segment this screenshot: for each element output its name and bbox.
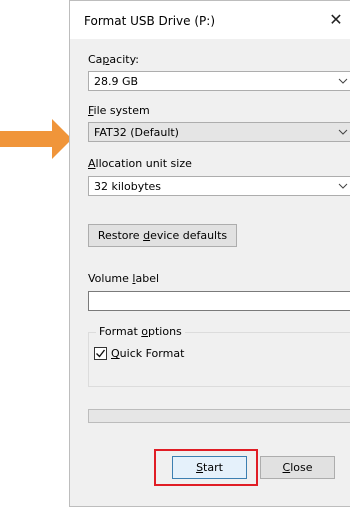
chevron-down-icon: [338, 129, 348, 135]
title-bar: Format USB Drive (P:) ✕: [70, 1, 350, 39]
file-system-value: FAT32 (Default): [94, 126, 179, 139]
allocation-unit-label: Allocation unit size: [88, 157, 192, 170]
start-highlight-box: [154, 449, 258, 486]
quick-format-checkbox[interactable]: [94, 347, 107, 360]
restore-defaults-button[interactable]: Restore device defaults: [88, 224, 237, 247]
format-options-legend: Format options: [96, 325, 185, 338]
format-dialog: Format USB Drive (P:) ✕ Capacity: 28.9 G…: [69, 0, 350, 507]
pointer-arrow-icon: [0, 119, 72, 159]
chevron-down-icon: [338, 78, 348, 84]
dialog-title: Format USB Drive (P:): [84, 14, 215, 28]
file-system-label: File system: [88, 104, 150, 117]
capacity-select[interactable]: 28.9 GB: [88, 71, 350, 91]
volume-label-input[interactable]: [88, 291, 350, 311]
close-button[interactable]: Close: [260, 456, 335, 479]
file-system-select[interactable]: FAT32 (Default): [88, 122, 350, 142]
allocation-unit-value: 32 kilobytes: [94, 180, 162, 193]
volume-label-label: Volume label: [88, 272, 160, 285]
quick-format-label[interactable]: Quick Format: [111, 347, 184, 360]
capacity-value: 28.9 GB: [94, 75, 139, 88]
close-icon[interactable]: ✕: [326, 10, 346, 30]
chevron-down-icon: [338, 183, 348, 189]
allocation-unit-select[interactable]: 32 kilobytes: [88, 176, 350, 196]
capacity-label: Capacity:: [88, 53, 139, 66]
format-progress-bar: [88, 409, 350, 423]
checkmark-icon: [96, 349, 106, 358]
